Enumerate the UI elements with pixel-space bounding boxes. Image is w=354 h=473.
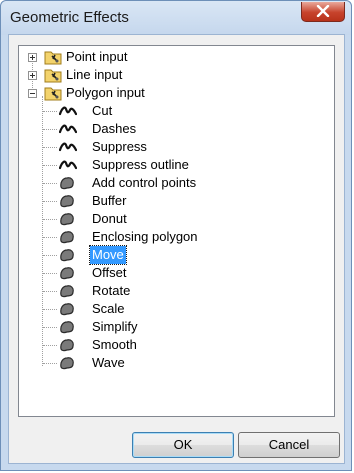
polygon-effect-icon: [60, 303, 74, 316]
tree-item-suppress-outline[interactable]: Suppress outline: [19, 156, 319, 174]
tree-connector: [43, 201, 57, 203]
cancel-button[interactable]: Cancel: [238, 432, 340, 458]
dialog-title: Geometric Effects: [10, 9, 129, 26]
tree-item-label: Scale: [92, 301, 125, 316]
tree-connector: [43, 309, 57, 311]
close-icon: [316, 5, 330, 17]
polygon-effect-icon: [60, 249, 74, 262]
polygon-effect-icon: [60, 177, 74, 190]
tree-item-dashes[interactable]: Dashes: [19, 120, 319, 138]
tree-item-label: Dashes: [92, 121, 137, 136]
tree-connector: [43, 219, 57, 221]
line-effect-icon: [59, 106, 77, 116]
tree-connector: [43, 129, 57, 131]
tree-item-label: Rotate: [92, 283, 131, 298]
polygon-effect-icon: [60, 321, 74, 334]
tree-item-label-selected: Move: [89, 245, 127, 265]
polygon-effect-icon: [60, 267, 74, 280]
tree-group-label: Line input: [66, 67, 123, 82]
tree-item-label: Wave: [92, 355, 125, 370]
polygon-effect-icon: [60, 339, 74, 352]
expand-icon[interactable]: [28, 71, 37, 80]
tree-group-label: Polygon input: [66, 85, 145, 100]
tree-connector: [43, 291, 57, 293]
tree-item-label: Add control points: [92, 175, 197, 190]
tree-connector: [43, 111, 57, 113]
tree-item-label: Suppress: [92, 139, 147, 154]
tree-item-buffer[interactable]: Buffer: [19, 192, 319, 210]
polygon-effect-icon: [60, 195, 74, 208]
title-bar[interactable]: Geometric Effects: [1, 1, 351, 35]
polygon-effect-icon: [60, 231, 74, 244]
tree-connector: [43, 255, 57, 257]
geometric-effects-dialog: Geometric Effects Point input Line input…: [0, 0, 352, 471]
tree-group-line-input[interactable]: Line input: [27, 66, 277, 84]
tree-item-suppress[interactable]: Suppress: [19, 138, 319, 156]
tree-item-rotate[interactable]: Rotate: [19, 282, 319, 300]
tree-item-add-control-points[interactable]: Add control points: [19, 174, 319, 192]
tree-connector: [43, 363, 57, 365]
tree-connector: [43, 273, 57, 275]
tree-group-point-input[interactable]: Point input: [27, 48, 277, 66]
line-effect-icon: [59, 124, 77, 134]
tree-item-label: Smooth: [92, 337, 137, 352]
close-button[interactable]: [301, 2, 345, 22]
tree-item-donut[interactable]: Donut: [19, 210, 319, 228]
polygon-effect-icon: [60, 285, 74, 298]
tree-connector: [43, 165, 57, 167]
polygon-effect-icon: [60, 357, 74, 370]
tree-item-wave[interactable]: Wave: [19, 354, 319, 372]
effects-tree[interactable]: Point input Line input Polygon input Cut…: [18, 45, 335, 417]
tree-item-move[interactable]: Move: [19, 245, 319, 265]
tree-item-cut[interactable]: Cut: [19, 102, 319, 120]
tree-item-simplify[interactable]: Simplify: [19, 318, 319, 336]
tree-item-label: Buffer: [92, 193, 127, 208]
tree-item-label: Cut: [92, 103, 113, 118]
tree-group-polygon-input[interactable]: Polygon input: [27, 84, 277, 102]
folder-effect-icon: [44, 69, 62, 83]
tree-item-offset[interactable]: Offset: [19, 264, 319, 282]
tree-connector: [43, 147, 57, 149]
polygon-effect-icon: [60, 213, 74, 226]
tree-item-smooth[interactable]: Smooth: [19, 336, 319, 354]
ok-button[interactable]: OK: [132, 432, 234, 458]
tree-item-scale[interactable]: Scale: [19, 300, 319, 318]
tree-item-label: Enclosing polygon: [92, 229, 198, 244]
tree-item-label: Donut: [92, 211, 127, 226]
dialog-body: Point input Line input Polygon input Cut…: [8, 34, 345, 464]
line-effect-icon: [59, 160, 77, 170]
tree-group-label: Point input: [66, 49, 128, 64]
tree-item-enclosing-polygon[interactable]: Enclosing polygon: [19, 228, 319, 246]
tree-item-label: Suppress outline: [92, 157, 189, 172]
expand-icon[interactable]: [28, 53, 37, 62]
tree-connector: [43, 327, 57, 329]
tree-connector: [43, 237, 57, 239]
folder-effect-icon: [44, 51, 62, 65]
tree-item-label: Simplify: [92, 319, 138, 334]
line-effect-icon: [59, 142, 77, 152]
collapse-icon[interactable]: [28, 89, 37, 98]
tree-connector: [43, 183, 57, 185]
tree-item-label: Offset: [92, 265, 127, 280]
tree-connector: [43, 345, 57, 347]
folder-effect-icon: [44, 87, 62, 101]
